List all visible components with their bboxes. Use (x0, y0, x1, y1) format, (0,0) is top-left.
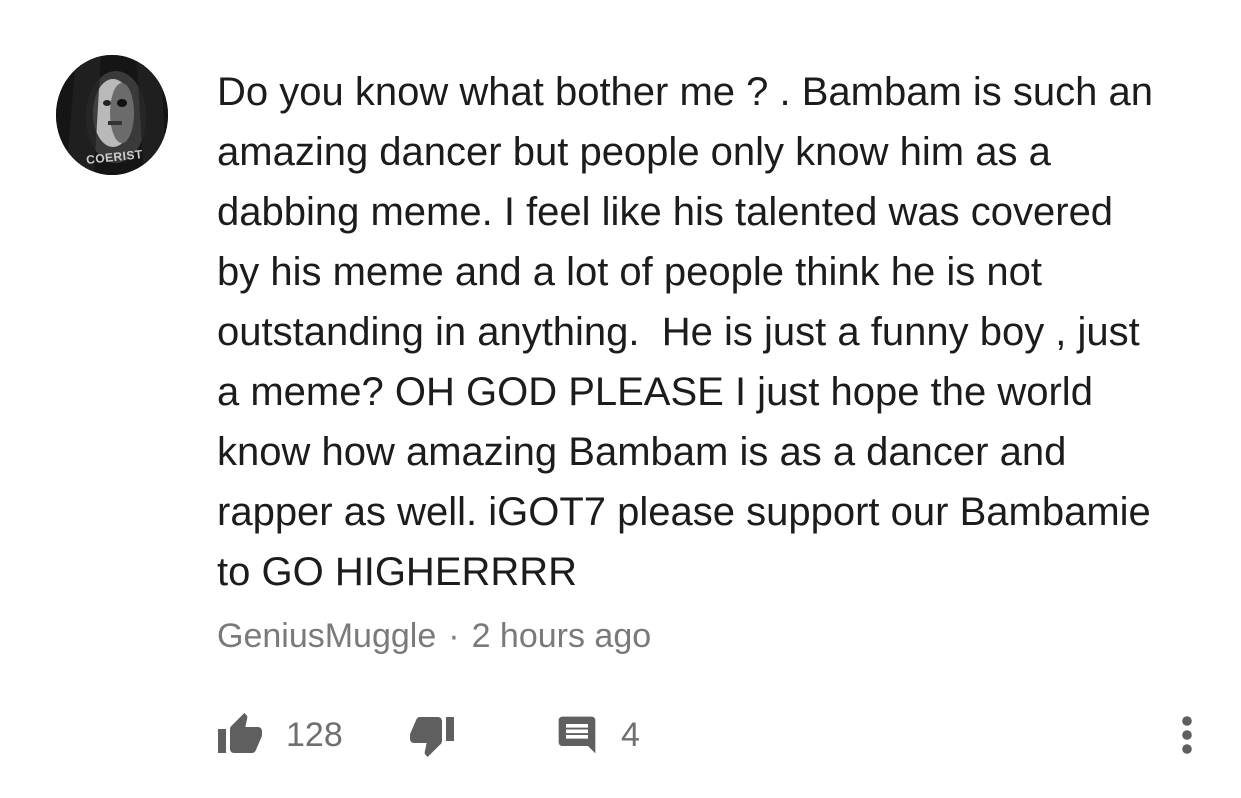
thumbs-down-icon (410, 717, 454, 757)
comment-meta: GeniusMuggle · 2 hours ago (217, 614, 651, 658)
comment-card: COERIST Do you know what bother me ? . B… (0, 0, 1241, 798)
like-count: 128 (286, 715, 343, 754)
comment-icon (558, 716, 596, 754)
reply-count: 4 (621, 715, 640, 754)
author-name[interactable]: GeniusMuggle (217, 617, 436, 655)
comment-timestamp[interactable]: 2 hours ago (472, 617, 652, 655)
dislike-button[interactable] (408, 700, 456, 770)
reply-button[interactable]: 4 (555, 700, 640, 770)
comment-actions: 128 4 (0, 700, 1241, 770)
thumbs-up-icon (218, 713, 262, 753)
avatar[interactable]: COERIST (56, 55, 168, 175)
meta-separator: · (448, 617, 460, 655)
like-button[interactable]: 128 (216, 700, 343, 770)
comment-text: Do you know what bother me ? . Bambam is… (217, 70, 1154, 594)
more-options-button[interactable] (1172, 700, 1202, 770)
more-vertical-icon (1182, 716, 1192, 754)
